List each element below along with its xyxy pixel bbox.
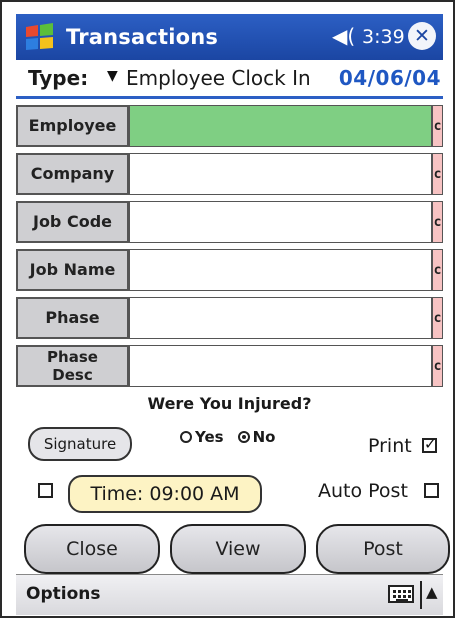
injured-radio-group: Yes No: [180, 428, 275, 446]
job-code-input[interactable]: [128, 201, 432, 243]
field-suffix-button[interactable]: c: [432, 153, 443, 195]
field-row-company: Company c: [16, 153, 443, 195]
input-selector-arrow-icon[interactable]: ▲: [426, 583, 438, 601]
yes-label[interactable]: Yes: [195, 428, 224, 446]
job-name-input[interactable]: [128, 249, 432, 291]
print-checkbox[interactable]: [422, 435, 437, 453]
phase-input[interactable]: [128, 297, 432, 339]
field-suffix-button[interactable]: c: [432, 297, 443, 339]
field-suffix-button[interactable]: c: [432, 345, 443, 387]
post-button[interactable]: Post: [316, 524, 450, 574]
device-screen: Transactions ◀( 3:39 ✕ Type: ▼ Employee …: [0, 0, 455, 618]
close-button[interactable]: Close: [24, 524, 160, 574]
field-label: Job Name: [16, 249, 128, 291]
keyboard-icon[interactable]: [388, 585, 414, 603]
speaker-icon[interactable]: ◀(: [332, 24, 355, 48]
print-label: Print: [368, 435, 412, 457]
field-label: Phase: [16, 297, 128, 339]
menu-bar: Options ▲: [16, 574, 443, 615]
field-suffix-button[interactable]: c: [432, 249, 443, 291]
field-label: Job Code: [16, 201, 128, 243]
clock[interactable]: 3:39: [362, 26, 405, 48]
options-menu[interactable]: Options: [26, 584, 100, 604]
time-checkbox[interactable]: [38, 483, 53, 498]
field-suffix-button[interactable]: c: [432, 201, 443, 243]
field-label: Employee: [16, 105, 128, 147]
no-label[interactable]: No: [253, 428, 276, 446]
divider: [16, 96, 443, 99]
field-suffix-button[interactable]: c: [432, 105, 443, 147]
injured-question: Were You Injured?: [147, 394, 312, 413]
type-row: Type: ▼ Employee Clock In 04/06/04: [16, 60, 443, 96]
employee-input[interactable]: [128, 105, 432, 147]
close-icon[interactable]: ✕: [408, 22, 436, 50]
dropdown-caret-icon[interactable]: ▼: [107, 68, 118, 84]
time-button[interactable]: Time: 09:00 AM: [68, 475, 262, 513]
window-title: Transactions: [66, 25, 219, 49]
signature-button[interactable]: Signature: [28, 427, 132, 461]
windows-start-icon[interactable]: [20, 19, 60, 55]
view-button[interactable]: View: [170, 524, 306, 574]
field-label: Phase Desc: [16, 345, 128, 387]
auto-post-label: Auto Post: [318, 480, 408, 502]
yes-radio[interactable]: [180, 431, 192, 443]
field-row-phase: Phase c: [16, 297, 443, 339]
phase-desc-input[interactable]: [128, 345, 432, 387]
no-radio[interactable]: [237, 431, 250, 443]
type-dropdown[interactable]: Employee Clock In: [126, 66, 311, 90]
company-input[interactable]: [128, 153, 432, 195]
field-row-phase-desc: Phase Desc c: [16, 345, 443, 387]
title-bar: Transactions ◀( 3:39 ✕: [16, 14, 443, 60]
field-label: Company: [16, 153, 128, 195]
date-value[interactable]: 04/06/04: [339, 66, 441, 90]
type-label: Type:: [28, 66, 89, 90]
field-row-job-code: Job Code c: [16, 201, 443, 243]
field-list: Employee c Company c Job Code c Job Name…: [16, 105, 443, 390]
field-row-employee: Employee c: [16, 105, 443, 147]
auto-post-checkbox[interactable]: [424, 483, 439, 498]
divider: [420, 581, 422, 609]
field-row-job-name: Job Name c: [16, 249, 443, 291]
